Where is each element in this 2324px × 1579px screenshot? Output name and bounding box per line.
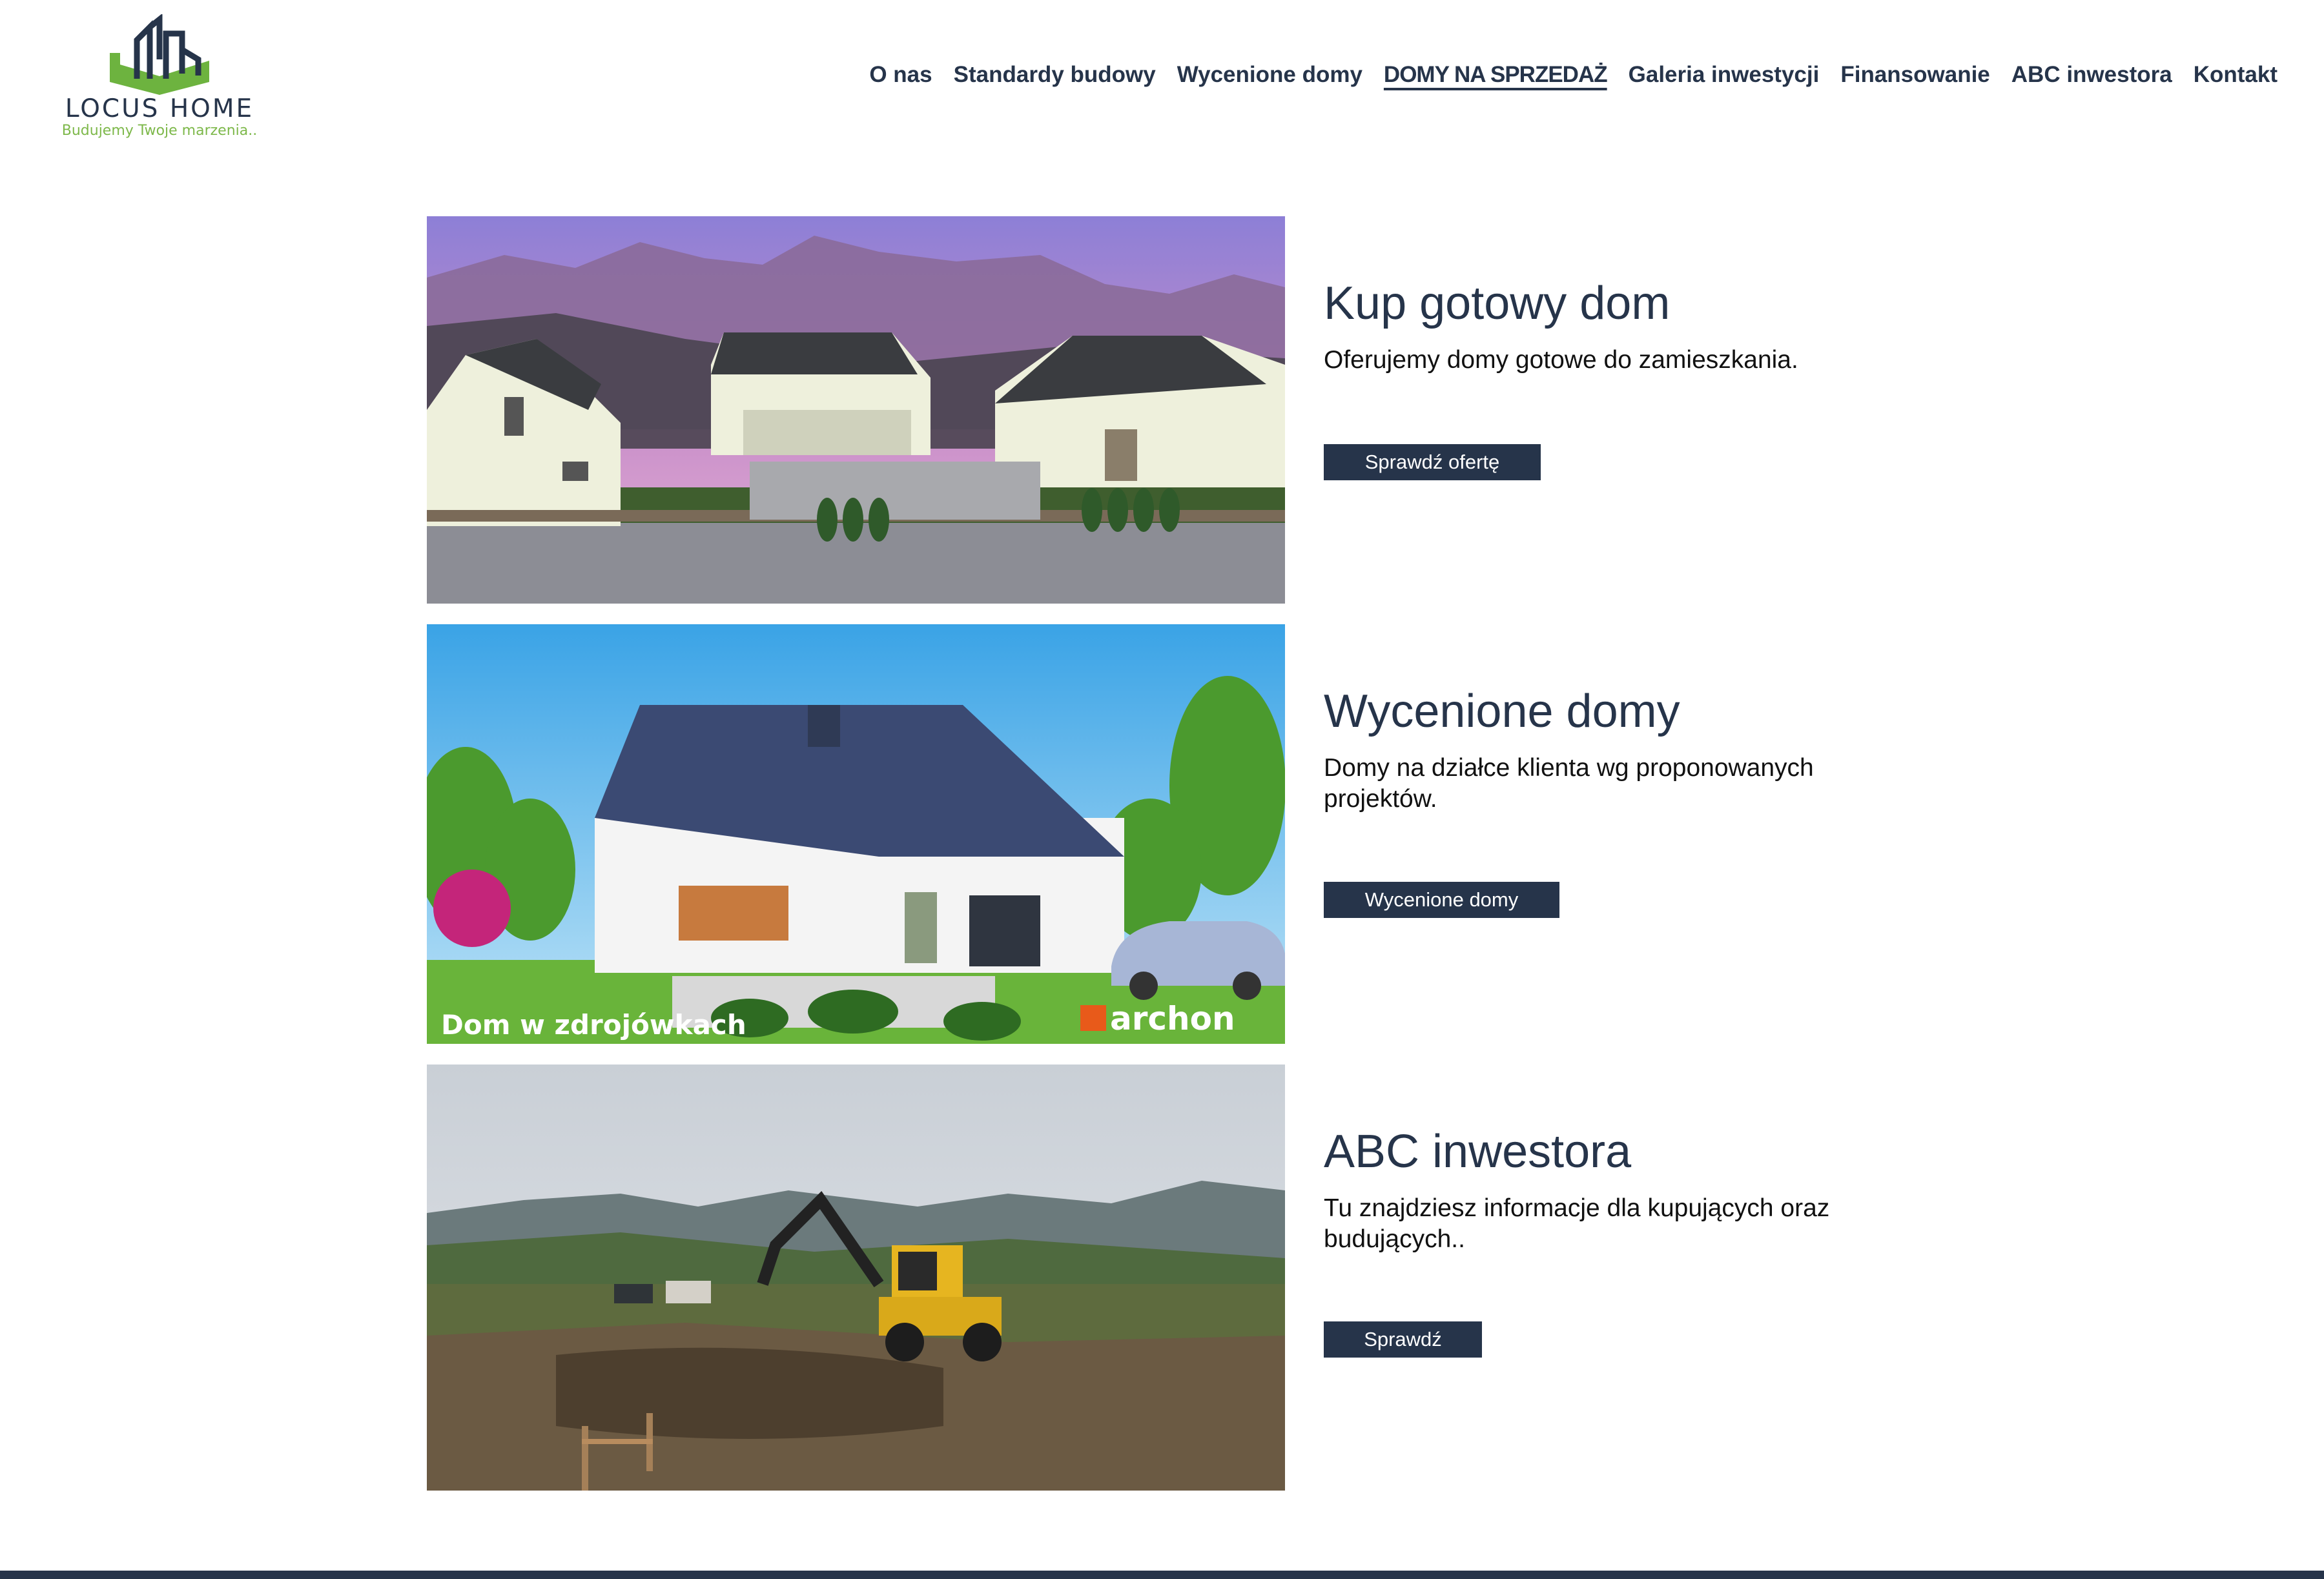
section-text: ABC inwestora Tu znajdziesz informacje d… — [1324, 1126, 1879, 1255]
section-title: Kup gotowy dom — [1324, 278, 1671, 329]
nav-item-domy-na-sprzedaz[interactable]: DOMY NA SPRZEDAŻ — [1384, 62, 1608, 88]
archon-logo-icon — [1080, 1005, 1106, 1031]
image-brand: archon — [1110, 1000, 1235, 1037]
nav-item-kontakt[interactable]: Kontakt — [2194, 62, 2278, 88]
logo-name: LOCUS HOME — [65, 94, 254, 123]
footer-bar — [0, 1571, 2324, 1579]
section-description: Domy na działce klienta wg proponowanych… — [1324, 754, 1814, 813]
sprawdz-oferte-button[interactable]: Sprawdź ofertę — [1324, 444, 1541, 480]
section-image-construction — [427, 1065, 1285, 1491]
section-text: Kup gotowy dom Oferujemy domy gotowe do … — [1324, 278, 1879, 376]
section-title: Wycenione domy — [1324, 686, 1680, 737]
section-image-houses — [427, 216, 1285, 604]
nav-item-o-nas[interactable]: O nas — [869, 62, 932, 88]
section-abc-inwestora: ABC inwestora Tu znajdziesz informacje d… — [427, 1065, 1912, 1491]
section-description: Tu znajdziesz informacje dla kupujących … — [1324, 1194, 1830, 1254]
logo-house-icon — [110, 14, 209, 95]
wycenione-domy-button[interactable]: Wycenione domy — [1324, 882, 1559, 918]
section-description: Oferujemy domy gotowe do zamieszkania. — [1324, 346, 1798, 374]
sprawdz-button[interactable]: Sprawdź — [1324, 1321, 1482, 1358]
section-title: ABC inwestora — [1324, 1126, 1632, 1177]
main-nav: O nas Standardy budowy Wycenione domy DO… — [869, 62, 2278, 88]
nav-item-galeria-inwestycji[interactable]: Galeria inwestycji — [1629, 62, 1820, 88]
logo[interactable]: LOCUS HOME Budujemy Twoje marzenia.. — [59, 14, 260, 143]
logo-tagline: Budujemy Twoje marzenia.. — [61, 123, 258, 139]
page: LOCUS HOME Budujemy Twoje marzenia.. O n… — [0, 0, 2324, 1579]
image-caption: Dom w zdrojówkach — [441, 1009, 746, 1041]
nav-item-finansowanie[interactable]: Finansowanie — [1840, 62, 1990, 88]
nav-item-wycenione-domy[interactable]: Wycenione domy — [1177, 62, 1363, 88]
nav-item-abc-inwestora[interactable]: ABC inwestora — [2011, 62, 2172, 88]
nav-item-standardy-budowy[interactable]: Standardy budowy — [954, 62, 1156, 88]
section-image-house-render: Dom w zdrojówkach archon — [427, 624, 1285, 1044]
section-wycenione-domy: Dom w zdrojówkach archon Wycenione domy … — [427, 624, 1912, 1044]
section-text: Wycenione domy Domy na działce klienta w… — [1324, 686, 1879, 815]
section-kup-gotowy-dom: Kup gotowy dom Oferujemy domy gotowe do … — [427, 216, 1912, 604]
